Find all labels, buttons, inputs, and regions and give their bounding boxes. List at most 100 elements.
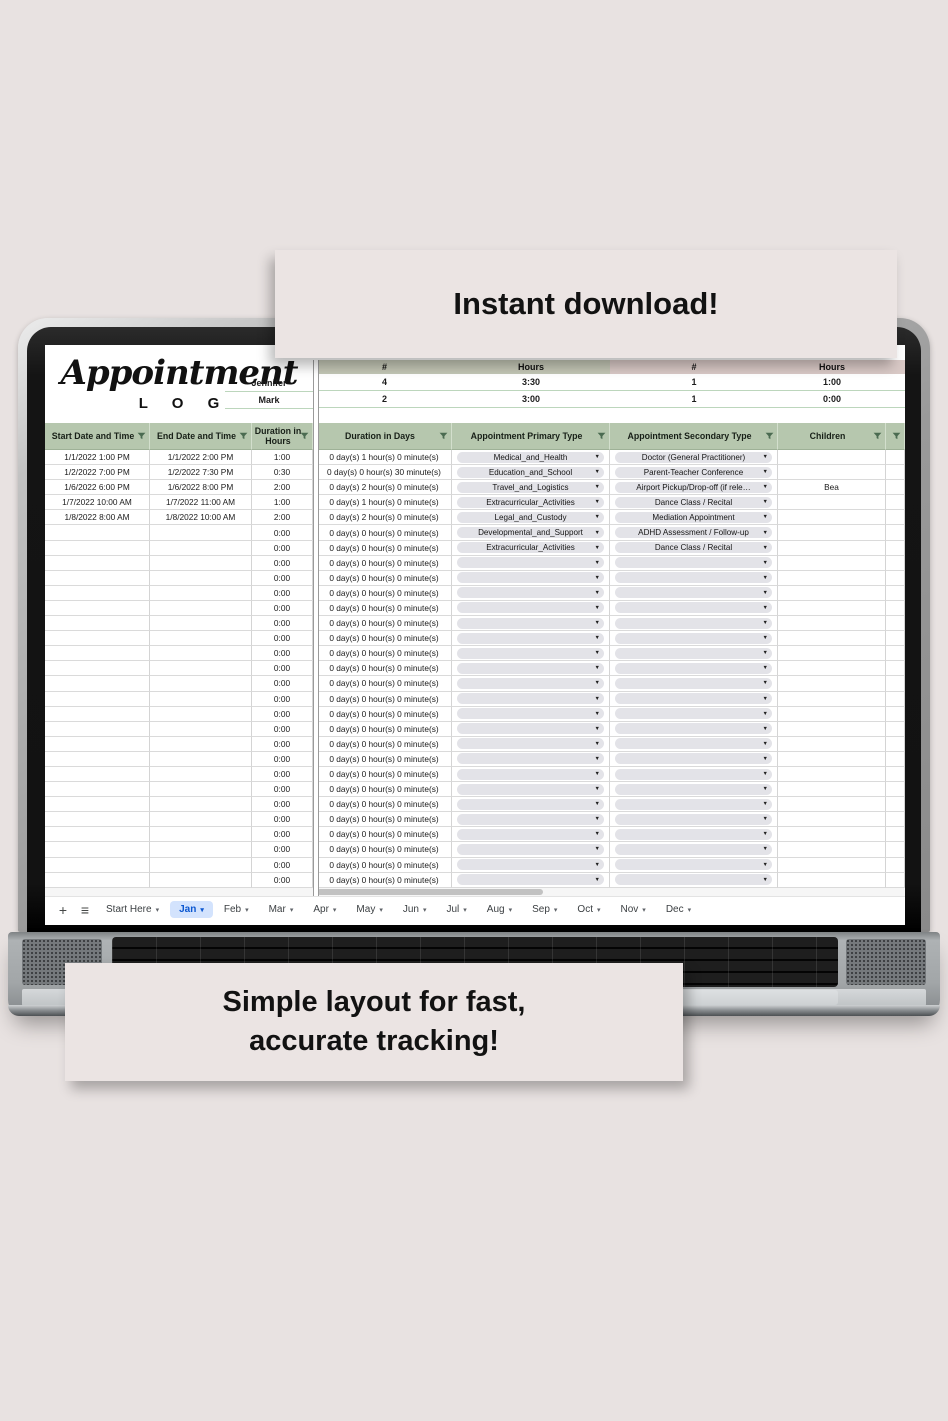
start-date-cell[interactable]: 1/1/2022 1:00 PM xyxy=(45,450,150,465)
children-cell[interactable] xyxy=(778,556,886,571)
sheet-tab-feb[interactable]: Feb▾ xyxy=(215,901,258,918)
start-date-cell[interactable] xyxy=(45,707,150,722)
filter-icon[interactable] xyxy=(137,432,146,441)
sheet-tab-oct[interactable]: Oct▾ xyxy=(568,901,609,918)
primary-type-dropdown[interactable]: ▼ xyxy=(457,859,604,870)
secondary-type-dropdown[interactable]: ▼ xyxy=(615,814,772,825)
secondary-type-dropdown[interactable]: ▼ xyxy=(615,784,772,795)
start-date-cell[interactable] xyxy=(45,797,150,812)
start-date-cell[interactable] xyxy=(45,586,150,601)
primary-type-dropdown[interactable]: Extracurricular_Activities▼ xyxy=(457,497,604,508)
secondary-type-dropdown[interactable]: Mediation Appointment▼ xyxy=(615,512,772,523)
sheet-tab-may[interactable]: May▾ xyxy=(347,901,391,918)
end-date-cell[interactable] xyxy=(150,767,252,782)
start-date-cell[interactable] xyxy=(45,676,150,691)
add-sheet-button[interactable]: + xyxy=(53,902,73,918)
children-cell[interactable] xyxy=(778,525,886,540)
start-date-cell[interactable] xyxy=(45,541,150,556)
sheet-tab-sep[interactable]: Sep▾ xyxy=(523,901,566,918)
primary-type-dropdown[interactable]: Education_and_School▼ xyxy=(457,467,604,478)
secondary-type-dropdown[interactable]: ▼ xyxy=(615,663,772,674)
children-cell[interactable] xyxy=(778,752,886,767)
end-date-cell[interactable] xyxy=(150,797,252,812)
primary-type-dropdown[interactable]: ▼ xyxy=(457,557,604,568)
filter-icon[interactable] xyxy=(892,432,901,441)
filter-icon[interactable] xyxy=(300,432,309,441)
children-cell[interactable] xyxy=(778,827,886,842)
children-cell[interactable] xyxy=(778,858,886,873)
start-date-cell[interactable] xyxy=(45,752,150,767)
secondary-type-dropdown[interactable]: ▼ xyxy=(615,648,772,659)
secondary-type-dropdown[interactable]: ADHD Assessment / Follow-up▼ xyxy=(615,527,772,538)
secondary-type-dropdown[interactable]: ▼ xyxy=(615,859,772,870)
secondary-type-dropdown[interactable]: Doctor (General Practitioner)▼ xyxy=(615,452,772,463)
children-cell[interactable] xyxy=(778,692,886,707)
secondary-type-dropdown[interactable]: ▼ xyxy=(615,633,772,644)
primary-type-dropdown[interactable]: ▼ xyxy=(457,769,604,780)
end-date-cell[interactable]: 1/6/2022 8:00 PM xyxy=(150,480,252,495)
end-date-cell[interactable]: 1/1/2022 2:00 PM xyxy=(150,450,252,465)
primary-type-dropdown[interactable]: Travel_and_Logistics▼ xyxy=(457,482,604,493)
secondary-type-dropdown[interactable]: Dance Class / Recital▼ xyxy=(615,542,772,553)
children-cell[interactable] xyxy=(778,812,886,827)
primary-type-dropdown[interactable]: Legal_and_Custody▼ xyxy=(457,512,604,523)
sheet-tab-jan[interactable]: Jan▾ xyxy=(170,901,213,918)
filter-icon[interactable] xyxy=(597,432,606,441)
start-date-cell[interactable] xyxy=(45,812,150,827)
start-date-cell[interactable] xyxy=(45,782,150,797)
end-date-cell[interactable] xyxy=(150,525,252,540)
children-cell[interactable] xyxy=(778,737,886,752)
secondary-type-dropdown[interactable]: ▼ xyxy=(615,874,772,885)
secondary-type-dropdown[interactable]: ▼ xyxy=(615,738,772,749)
end-date-cell[interactable]: 1/2/2022 7:30 PM xyxy=(150,465,252,480)
start-date-cell[interactable] xyxy=(45,646,150,661)
start-date-cell[interactable] xyxy=(45,616,150,631)
children-cell[interactable] xyxy=(778,601,886,616)
start-date-cell[interactable]: 1/8/2022 8:00 AM xyxy=(45,510,150,525)
end-date-cell[interactable] xyxy=(150,601,252,616)
primary-type-dropdown[interactable]: ▼ xyxy=(457,618,604,629)
start-date-cell[interactable] xyxy=(45,661,150,676)
filter-icon[interactable] xyxy=(765,432,774,441)
primary-type-dropdown[interactable]: ▼ xyxy=(457,784,604,795)
secondary-type-dropdown[interactable]: ▼ xyxy=(615,708,772,719)
start-date-cell[interactable] xyxy=(45,842,150,857)
start-date-cell[interactable] xyxy=(45,873,150,888)
children-cell[interactable] xyxy=(778,782,886,797)
children-cell[interactable] xyxy=(778,661,886,676)
primary-type-dropdown[interactable]: ▼ xyxy=(457,829,604,840)
primary-type-dropdown[interactable]: ▼ xyxy=(457,814,604,825)
start-date-cell[interactable]: 1/6/2022 6:00 PM xyxy=(45,480,150,495)
end-date-cell[interactable] xyxy=(150,586,252,601)
end-date-cell[interactable] xyxy=(150,541,252,556)
end-date-cell[interactable] xyxy=(150,737,252,752)
secondary-type-dropdown[interactable]: ▼ xyxy=(615,618,772,629)
secondary-type-dropdown[interactable]: Parent-Teacher Conference▼ xyxy=(615,467,772,478)
children-cell[interactable] xyxy=(778,586,886,601)
scrollbar-thumb[interactable] xyxy=(317,889,543,895)
children-cell[interactable] xyxy=(778,495,886,510)
end-date-cell[interactable] xyxy=(150,782,252,797)
secondary-type-dropdown[interactable]: ▼ xyxy=(615,829,772,840)
end-date-cell[interactable] xyxy=(150,812,252,827)
children-cell[interactable] xyxy=(778,510,886,525)
children-cell[interactable] xyxy=(778,722,886,737)
end-date-cell[interactable] xyxy=(150,616,252,631)
children-cell[interactable] xyxy=(778,571,886,586)
primary-type-dropdown[interactable]: ▼ xyxy=(457,648,604,659)
end-date-cell[interactable] xyxy=(150,661,252,676)
end-date-cell[interactable]: 1/8/2022 10:00 AM xyxy=(150,510,252,525)
sheet-tab-dec[interactable]: Dec▾ xyxy=(657,901,700,918)
children-cell[interactable] xyxy=(778,450,886,465)
end-date-cell[interactable] xyxy=(150,676,252,691)
children-cell[interactable]: Bea xyxy=(778,480,886,495)
children-cell[interactable] xyxy=(778,631,886,646)
sheet-tab-start-here[interactable]: Start Here▾ xyxy=(97,901,168,918)
secondary-type-dropdown[interactable]: ▼ xyxy=(615,844,772,855)
primary-type-dropdown[interactable]: Developmental_and_Support▼ xyxy=(457,527,604,538)
primary-type-dropdown[interactable]: ▼ xyxy=(457,708,604,719)
primary-type-dropdown[interactable]: ▼ xyxy=(457,633,604,644)
secondary-type-dropdown[interactable]: ▼ xyxy=(615,769,772,780)
filter-icon[interactable] xyxy=(439,432,448,441)
secondary-type-dropdown[interactable]: ▼ xyxy=(615,557,772,568)
